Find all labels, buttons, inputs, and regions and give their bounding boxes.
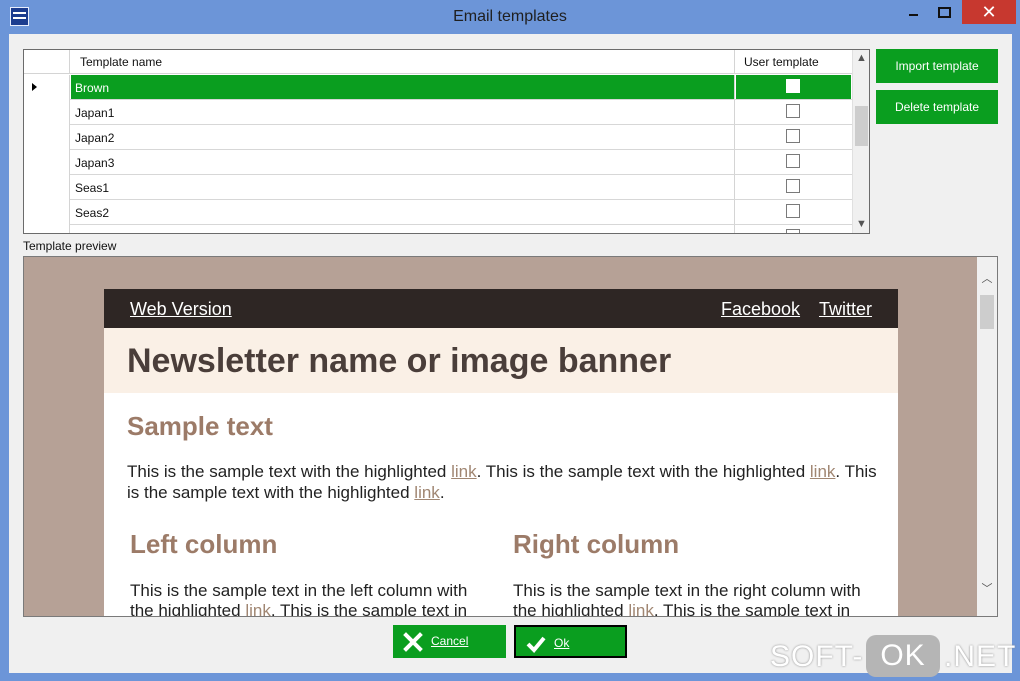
- user-template-cell[interactable]: [736, 100, 851, 124]
- current-row-arrow-icon: [32, 83, 37, 91]
- email-top-bar: Web Version Facebook Twitter: [104, 289, 898, 328]
- right-column-heading: Right column: [513, 529, 680, 559]
- row-header[interactable]: [24, 175, 70, 200]
- close-button[interactable]: ✕: [962, 0, 1016, 24]
- cross-icon: [403, 632, 423, 652]
- scroll-thumb[interactable]: [855, 106, 868, 146]
- template-preview-label: Template preview: [23, 239, 117, 253]
- table-row[interactable]: Japan2: [24, 125, 852, 150]
- template-name-cell[interactable]: Japan1: [71, 100, 735, 124]
- templates-grid[interactable]: Template name User template Brown Japan1…: [23, 49, 870, 234]
- window-title: Email templates: [453, 8, 567, 25]
- import-template-button[interactable]: Import template: [876, 49, 998, 83]
- scroll-up-icon[interactable]: ▲: [853, 50, 869, 67]
- table-row[interactable]: Seas1: [24, 175, 852, 200]
- maximize-button[interactable]: [928, 0, 958, 24]
- left-column-text: This is the sample text in the left colu…: [130, 581, 490, 617]
- title-bar[interactable]: Email templates ✕: [0, 0, 1020, 34]
- table-row[interactable]: Seas2: [24, 200, 852, 225]
- user-template-checkbox[interactable]: [786, 204, 800, 218]
- minimize-button[interactable]: [898, 0, 928, 24]
- web-version-link[interactable]: Web Version: [130, 299, 232, 320]
- ok-label: Ok: [554, 636, 570, 650]
- highlighted-link[interactable]: link: [245, 601, 271, 616]
- scroll-down-icon[interactable]: ﹀: [977, 581, 997, 598]
- preview-vertical-scrollbar[interactable]: ︿ ﹀: [977, 257, 997, 616]
- scroll-thumb[interactable]: [980, 295, 994, 329]
- column-header-template-name[interactable]: Template name: [71, 50, 735, 74]
- user-template-cell[interactable]: [736, 175, 851, 199]
- template-name-cell[interactable]: Seas2: [71, 200, 735, 224]
- template-name-cell[interactable]: Japan2: [71, 125, 735, 149]
- email-templates-window: Email templates ✕ Template name User tem…: [0, 0, 1020, 681]
- dialog-body: Template name User template Brown Japan1…: [9, 34, 1012, 673]
- highlighted-link[interactable]: link: [451, 462, 477, 481]
- user-template-cell[interactable]: [736, 150, 851, 174]
- row-header[interactable]: [24, 125, 70, 150]
- table-row[interactable]: Japan1: [24, 100, 852, 125]
- cancel-label: Cancel: [431, 634, 469, 648]
- template-preview-pane[interactable]: Web Version Facebook Twitter Newsletter …: [23, 256, 998, 617]
- table-row[interactable]: Brown: [24, 75, 852, 100]
- row-header[interactable]: [24, 100, 70, 125]
- grid-header: Template name User template: [24, 50, 852, 74]
- table-row[interactable]: Simple Color 1: [24, 225, 852, 233]
- grid-vertical-scrollbar[interactable]: ▲ ▼: [852, 50, 869, 233]
- ok-button[interactable]: Ok: [514, 625, 627, 658]
- template-name-cell[interactable]: Seas1: [71, 175, 735, 199]
- template-name-cell[interactable]: Brown: [71, 75, 735, 99]
- newsletter-banner: Newsletter name or image banner: [104, 328, 898, 393]
- user-template-checkbox[interactable]: [786, 104, 800, 118]
- user-template-checkbox[interactable]: [786, 79, 800, 93]
- user-template-cell[interactable]: [736, 200, 851, 224]
- user-template-cell[interactable]: [736, 125, 851, 149]
- row-header[interactable]: [24, 150, 70, 175]
- table-row[interactable]: Japan3: [24, 150, 852, 175]
- highlighted-link[interactable]: link: [628, 601, 654, 616]
- highlighted-link[interactable]: link: [414, 483, 440, 502]
- user-template-checkbox[interactable]: [786, 179, 800, 193]
- twitter-link[interactable]: Twitter: [819, 299, 872, 320]
- row-header[interactable]: [24, 225, 70, 233]
- sample-paragraph: This is the sample text with the highlig…: [127, 462, 877, 502]
- checkmark-icon: [526, 636, 546, 653]
- row-header[interactable]: [24, 75, 70, 100]
- watermark-prefix: SOFT-: [770, 640, 864, 673]
- user-template-cell[interactable]: [736, 75, 851, 99]
- user-template-cell[interactable]: [736, 225, 851, 233]
- template-name-cell[interactable]: Japan3: [71, 150, 735, 174]
- user-template-checkbox[interactable]: [786, 229, 800, 233]
- sample-sentence: This is the sample text with the highlig…: [127, 462, 447, 481]
- sample-text-heading: Sample text: [127, 411, 273, 441]
- facebook-link[interactable]: Facebook: [721, 299, 800, 320]
- right-column-sentence-tail: . This is the sample text in: [653, 601, 851, 617]
- column-header-user-template[interactable]: User template: [736, 50, 851, 74]
- left-column-sentence-tail: . This is the sample text in: [270, 601, 468, 617]
- template-name-cell[interactable]: Simple Color 1: [71, 225, 735, 233]
- banner-title: Newsletter name or image banner: [127, 342, 672, 380]
- email-preview: Web Version Facebook Twitter Newsletter …: [104, 289, 898, 617]
- row-header[interactable]: [24, 200, 70, 225]
- scroll-down-icon[interactable]: ▼: [853, 216, 869, 233]
- highlighted-link[interactable]: link: [810, 462, 836, 481]
- user-template-checkbox[interactable]: [786, 129, 800, 143]
- row-header-corner: [24, 50, 70, 74]
- left-column-heading: Left column: [130, 529, 278, 559]
- right-column-text: This is the sample text in the right col…: [513, 581, 873, 617]
- delete-template-button[interactable]: Delete template: [876, 90, 998, 124]
- cancel-button[interactable]: Cancel: [393, 625, 506, 658]
- user-template-checkbox[interactable]: [786, 154, 800, 168]
- watermark-box: OK: [866, 635, 940, 677]
- sample-sentence: This is the sample text with the highlig…: [485, 462, 806, 481]
- watermark-suffix: .NET: [944, 640, 1017, 673]
- scroll-up-icon[interactable]: ︿: [977, 271, 997, 288]
